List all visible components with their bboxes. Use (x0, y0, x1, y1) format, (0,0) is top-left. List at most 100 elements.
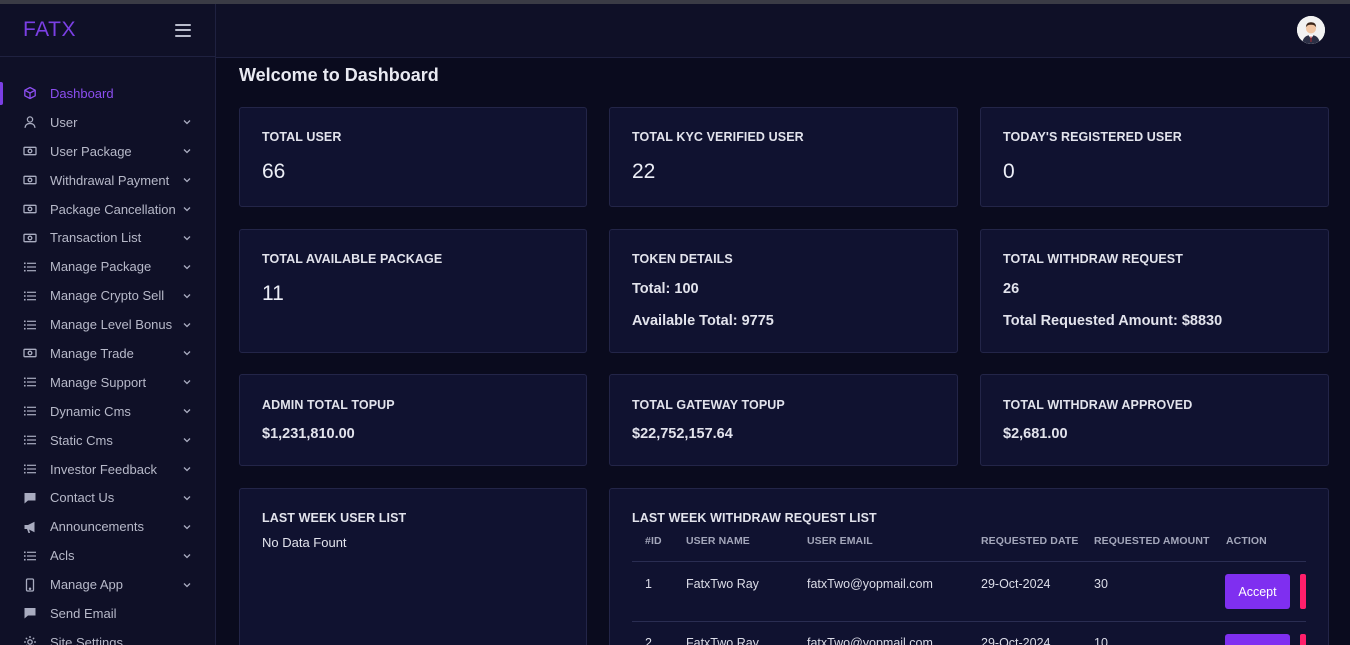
sidebar-item-acls[interactable]: Acls (0, 541, 216, 570)
sidebar-item-send-email[interactable]: Send Email (0, 599, 216, 628)
token-details-card: TOKEN DETAILS Total: 100 Available Total… (609, 229, 958, 353)
chevron-down-icon (183, 349, 191, 357)
card-label: TOTAL USER (262, 130, 342, 144)
sidebar-item-transaction-list[interactable]: Transaction List (0, 223, 216, 252)
sidebar-item-label: Announcements (50, 519, 144, 535)
money-icon (23, 202, 37, 216)
chevron-down-icon (183, 523, 191, 531)
sidebar-item-label: Site Settings (50, 634, 123, 645)
sidebar-item-dynamic-cms[interactable]: Dynamic Cms (0, 397, 216, 426)
sidebar-item-withdrawal-payment[interactable]: Withdrawal Payment (0, 166, 216, 195)
sidebar-item-label: Acls (50, 548, 75, 564)
sidebar-item-manage-level-bonus[interactable]: Manage Level Bonus (0, 310, 216, 339)
chevron-down-icon (183, 234, 191, 242)
reject-button[interactable] (1300, 634, 1306, 645)
list-icon (23, 404, 37, 418)
list-icon (23, 260, 37, 274)
column-header-email: USER EMAIL (807, 535, 873, 547)
avatar[interactable] (1297, 16, 1325, 44)
menu-toggle-icon[interactable] (175, 23, 191, 37)
sidebar-item-user[interactable]: User (0, 108, 216, 137)
cube-icon (23, 86, 37, 100)
sidebar-item-static-cms[interactable]: Static Cms (0, 426, 216, 455)
sidebar-item-manage-trade[interactable]: Manage Trade (0, 339, 216, 368)
table-divider (632, 621, 1306, 622)
chevron-down-icon (183, 176, 191, 184)
cell-email: fatxTwo@yopmail.com (807, 636, 933, 645)
sidebar-item-manage-support[interactable]: Manage Support (0, 368, 216, 397)
total-kyc-card: TOTAL KYC VERIFIED USER 22 (609, 107, 958, 207)
column-header-action: ACTION (1226, 535, 1267, 547)
sidebar-header: FATX (0, 4, 215, 57)
sidebar-item-manage-package[interactable]: Manage Package (0, 252, 216, 281)
total-package-card: TOTAL AVAILABLE PACKAGE 11 (239, 229, 587, 353)
sidebar-item-manage-app[interactable]: Manage App (0, 570, 216, 599)
list-icon (23, 433, 37, 447)
brand-logo[interactable]: FATX (23, 18, 76, 42)
gateway-topup-card: TOTAL GATEWAY TOPUP $22,752,157.64 (609, 374, 958, 466)
card-label: TOKEN DETAILS (632, 252, 733, 266)
card-title: LAST WEEK WITHDRAW REQUEST LIST (632, 511, 877, 525)
today-registered-card: TODAY'S REGISTERED USER 0 (980, 107, 1329, 207)
reject-button[interactable] (1300, 574, 1306, 609)
chevron-down-icon (183, 465, 191, 473)
column-header-amount: REQUESTED AMOUNT (1094, 535, 1210, 547)
chevron-down-icon (183, 321, 191, 329)
card-value: 22 (632, 160, 656, 183)
empty-message: No Data Fount (262, 535, 347, 550)
cell-id: 2 (645, 636, 652, 645)
chevron-down-icon (183, 407, 191, 415)
admin-topup-card: ADMIN TOTAL TOPUP $1,231,810.00 (239, 374, 587, 466)
chevron-down-icon (183, 436, 191, 444)
card-value: $2,681.00 (1003, 426, 1068, 442)
chevron-down-icon (183, 147, 191, 155)
sidebar-item-site-settings[interactable]: Site Settings (0, 628, 216, 645)
sidebar-item-label: User (50, 114, 78, 130)
card-value: 66 (262, 160, 286, 183)
money-icon (23, 144, 37, 158)
phone-icon (23, 577, 37, 592)
withdraw-amount: Total Requested Amount: $8830 (1003, 313, 1223, 329)
megaphone-icon (23, 520, 37, 534)
cell-date: 29-Oct-2024 (981, 577, 1051, 591)
list-icon (23, 289, 37, 303)
withdraw-request-card: TOTAL WITHDRAW REQUEST 26 Total Requeste… (980, 229, 1329, 353)
sidebar-item-package-cancellation[interactable]: Package Cancellation (0, 195, 216, 224)
total-user-card: TOTAL USER 66 (239, 107, 587, 207)
sidebar-item-announcements[interactable]: Announcements (0, 512, 216, 541)
sidebar-item-contact-us[interactable]: Contact Us (0, 483, 216, 512)
token-available: Available Total: 9775 (632, 313, 774, 329)
chevron-down-icon (183, 581, 191, 589)
chevron-down-icon (183, 552, 191, 560)
sidebar-item-label: Manage Crypto Sell (50, 288, 165, 304)
card-value: $22,752,157.64 (632, 426, 733, 442)
page-title: Welcome to Dashboard (239, 65, 439, 85)
sidebar-item-label: Package Cancellation (50, 201, 176, 217)
sidebar-item-user-package[interactable]: User Package (0, 137, 216, 166)
accept-button[interactable]: Accept (1225, 574, 1290, 609)
sidebar-item-investor-feedback[interactable]: Investor Feedback (0, 455, 216, 484)
column-header-date: REQUESTED DATE (981, 535, 1079, 547)
table-header: #ID USER NAME USER EMAIL REQUESTED DATE … (610, 535, 1328, 561)
cell-amount: 10 (1094, 636, 1108, 645)
sidebar-item-manage-crypto-sell[interactable]: Manage Crypto Sell (0, 281, 216, 310)
sidebar-item-dashboard[interactable]: Dashboard (0, 79, 216, 108)
card-label: TOTAL KYC VERIFIED USER (632, 130, 804, 144)
withdraw-approved-card: TOTAL WITHDRAW APPROVED $2,681.00 (980, 374, 1329, 466)
top-header (216, 4, 1350, 58)
sidebar-item-label: Manage Trade (50, 345, 134, 361)
sidebar-item-label: Dynamic Cms (50, 403, 131, 419)
gear-icon (23, 635, 37, 645)
list-icon (23, 462, 37, 476)
sidebar-item-label: Dashboard (50, 85, 114, 101)
chat-icon (23, 491, 37, 505)
sidebar-item-label: Manage Level Bonus (50, 317, 173, 333)
sidebar-item-label: Transaction List (50, 230, 142, 246)
card-label: ADMIN TOTAL TOPUP (262, 398, 395, 412)
chevron-down-icon (183, 263, 191, 271)
sidebar-item-label: Send Email (50, 605, 117, 621)
sidebar-item-label: Manage Package (50, 259, 152, 275)
chevron-down-icon (183, 494, 191, 502)
sidebar-item-label: Static Cms (50, 432, 113, 448)
accept-button[interactable]: Accept (1225, 634, 1290, 645)
